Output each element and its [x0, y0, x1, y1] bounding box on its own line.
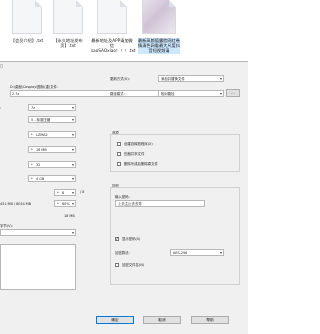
sfx-checkbox[interactable]: [117, 142, 121, 146]
split-volumes-select[interactable]: [0, 229, 76, 236]
add-to-archive-dialog: ◻ D:\桌面\Cosplay\图标(重)文件: 2.7z ... : 7z 5…: [0, 61, 248, 334]
dialog-icon: ◻: [0, 64, 3, 68]
encryption-method-select[interactable]: AES-256: [170, 249, 224, 256]
file-name: 最新地址及APP请加微信saoSAOxiao！！！.txt: [91, 38, 136, 54]
browse-button[interactable]: ...: [226, 89, 240, 97]
shared-files-checkbox[interactable]: [117, 152, 121, 156]
word-size-select[interactable]: * 32: [28, 161, 76, 168]
update-mode-label: 更新方式(U):: [110, 77, 130, 81]
dictionary-size-select[interactable]: * 16 MB: [28, 146, 76, 153]
method-bullet: *: [31, 133, 33, 137]
delete-after-checkbox[interactable]: [117, 162, 121, 166]
solid-block-select[interactable]: * 4 GB: [28, 175, 76, 182]
help-button[interactable]: 帮助: [191, 316, 229, 324]
password-input[interactable]: 上去主止去去芳: [115, 200, 205, 207]
threads-total: / 8: [80, 190, 85, 194]
parameters-input[interactable]: [0, 244, 76, 290]
sfx-label: 创建自释放程序(X): [124, 142, 153, 146]
file-name: 【会员介绍】.txt: [10, 38, 44, 43]
cpu-threads-select[interactable]: * 8: [54, 189, 76, 196]
compression-method-select[interactable]: * LZMA2: [28, 131, 76, 138]
password-label: 输入密码:: [115, 195, 130, 199]
split-volumes-label: 字节(V):: [0, 224, 13, 228]
encryption-method-label: 加密算法:: [115, 251, 130, 255]
shared-files-label: 压缩共享文件: [124, 152, 145, 156]
compression-level-select[interactable]: 5 - 标准压缩: [28, 116, 76, 123]
text-file-icon: [53, 0, 83, 34]
file-name: 【永久地址发布页】.txt: [53, 38, 83, 49]
encrypt-filenames-label: 加密文件名(N): [122, 263, 145, 267]
text-file-icon: [97, 0, 127, 34]
memory-percent-select[interactable]: * 80%: [54, 200, 76, 207]
file-name-selected: 最新高颜值露脸网红卷情清色网看最大尺度抖音短视频请: [138, 38, 180, 54]
memory-usage-text: 431 MB / 8034 MB: [0, 202, 32, 206]
decompress-memory: 18 MB: [64, 214, 75, 218]
show-password-label: 显示密码(S): [122, 237, 141, 241]
path-mode-label: 路径模式:: [110, 92, 125, 96]
path-mode-select[interactable]: 相对路径: [158, 90, 224, 97]
archive-path-label: D:\桌面\Cosplay\图标(重)文件:: [10, 85, 59, 89]
cancel-button[interactable]: 取消: [143, 316, 181, 324]
image-thumbnail-icon: [142, 0, 176, 34]
delete-after-label: 删除写成后删除原文件: [124, 162, 158, 166]
update-mode-select[interactable]: 添加并替换文件: [158, 75, 224, 82]
text-file-icon: [12, 0, 42, 34]
encrypt-filenames-checkbox[interactable]: [115, 263, 119, 267]
ok-button[interactable]: 确定: [96, 316, 134, 324]
show-password-checkbox[interactable]: [115, 236, 119, 241]
archive-format-select[interactable]: 7z: [28, 104, 76, 111]
